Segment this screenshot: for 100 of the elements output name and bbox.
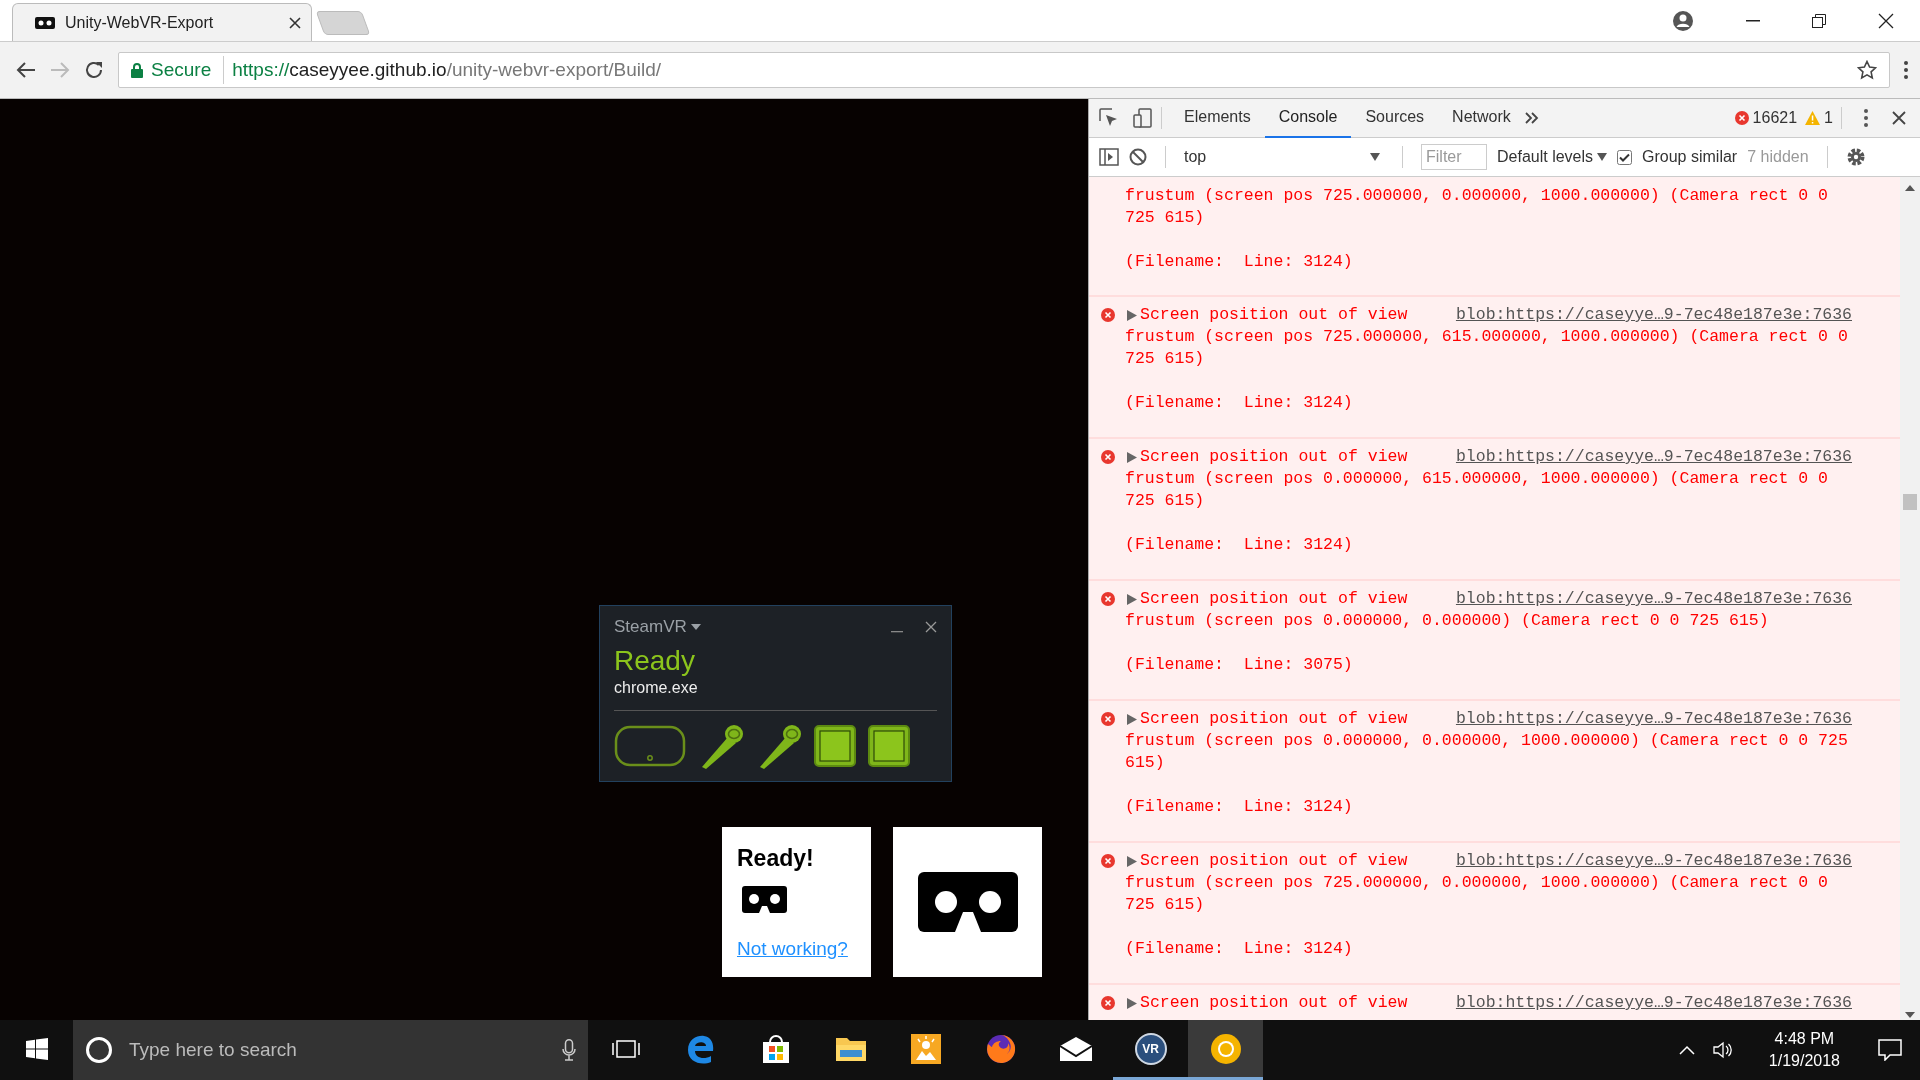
message-text: Screen position out of view (1140, 446, 1408, 468)
error-icon (1734, 111, 1749, 125)
filename-text: (Filename: Line: 3124) (1125, 796, 1354, 818)
warning-count[interactable]: 1 (1824, 106, 1833, 130)
reload-icon[interactable] (84, 60, 104, 80)
source-link[interactable]: blob:https://caseyye…9-7ec48e187e3e:7636 (1455, 304, 1852, 326)
browser-tab[interactable]: Unity-WebVR-Export (12, 3, 312, 41)
filename-text: (Filename: Line: 3124) (1125, 392, 1354, 414)
source-link[interactable]: blob:https://caseyye…9-7ec48e187e3e:7636 (1455, 850, 1852, 872)
message-detail: frustum (screen pos 725.000000, 0.000000, 1000.000000) (Camera rect 0 0 725 615) (1125, 872, 1829, 916)
date-text: 1/19/2018 (1768, 1051, 1840, 1071)
base-station-icon (814, 725, 856, 768)
expand-icon[interactable] (1127, 309, 1137, 321)
settings-icon[interactable] (1845, 147, 1866, 167)
context-selector[interactable]: top (1184, 145, 1384, 169)
error-icon (1101, 308, 1115, 322)
message-detail: frustum (screen pos 725.000000, 615.000000, 1000.000000) (Camera rect 0 0 725 615) (1125, 326, 1849, 370)
message-detail: frustum (screen pos 725.000000, 0.000000, 1000.000000) (Camera rect 0 0 725 615) (1125, 185, 1829, 229)
panel-tab[interactable]: Network (1438, 98, 1525, 138)
error-icon (1101, 450, 1115, 464)
scroll-up-icon[interactable] (1905, 185, 1915, 191)
back-icon[interactable] (16, 61, 36, 79)
expand-icon[interactable] (1127, 855, 1137, 867)
address-bar[interactable]: Secure https://caseyyee.github.io/unity-webvr-export/Build/ (118, 52, 1890, 88)
filename-text: (Filename: Line: 3124) (1125, 534, 1354, 556)
panel-tab[interactable]: Console (1264, 98, 1352, 138)
dropdown-caret-icon (1370, 153, 1380, 161)
clear-icon[interactable] (1129, 148, 1147, 166)
globe-icon (984, 1032, 1017, 1065)
star-icon[interactable] (1857, 60, 1877, 80)
vr-app-icon: VR (1134, 1032, 1167, 1065)
menu-icon[interactable] (1864, 109, 1868, 127)
status-text: Ready (614, 645, 696, 677)
shopping-bag-icon (760, 1033, 791, 1064)
message-text: Screen position out of view (1140, 850, 1408, 872)
source-link[interactable]: blob:https://caseyye…9-7ec48e187e3e:7636 (1455, 992, 1852, 1014)
window-title: SteamVR (614, 616, 687, 638)
filename-text: (Filename: Line: 3124) (1125, 938, 1354, 960)
security-label: Secure (151, 55, 225, 85)
dropdown-caret-icon[interactable] (690, 623, 701, 630)
restore-icon[interactable] (1812, 13, 1826, 28)
minimize-icon[interactable] (1746, 19, 1760, 22)
browser-icon (685, 1033, 716, 1064)
filename-text: (Filename: Line: 3075) (1125, 654, 1354, 676)
source-link[interactable]: blob:https://caseyye…9-7ec48e187e3e:7636 (1455, 708, 1852, 730)
tab-title: Unity-WebVR-Export (65, 12, 215, 33)
scroll-down-icon[interactable] (1905, 1012, 1915, 1018)
message-text: Screen position out of view (1140, 588, 1408, 610)
volume-icon[interactable] (1712, 1041, 1733, 1059)
scroll-thumb[interactable] (1903, 494, 1917, 510)
filter-field[interactable]: Filter (1421, 144, 1487, 170)
close-icon[interactable] (925, 620, 937, 633)
photo-app-icon (909, 1032, 942, 1065)
message-detail: frustum (screen pos 0.000000, 615.000000, 1000.000000) (Camera rect 0 0 725 615) (1125, 468, 1829, 512)
panel-tab[interactable]: Elements (1170, 98, 1265, 138)
close-icon[interactable] (1892, 111, 1906, 125)
base-station-icon (868, 725, 910, 768)
expand-icon[interactable] (1127, 593, 1137, 605)
microphone-icon[interactable] (562, 1039, 576, 1061)
warning-icon (1805, 111, 1821, 125)
message-detail: frustum (screen pos 0.000000, 0.000000, 1000.000000) (Camera rect 0 0 725 615) (1125, 730, 1849, 774)
inspect-icon[interactable] (1099, 108, 1119, 128)
error-icon (1101, 854, 1115, 868)
expand-icon[interactable] (1127, 451, 1137, 463)
dropdown-caret-icon (1597, 153, 1608, 161)
levels-dropdown[interactable]: Default levels (1497, 145, 1608, 169)
search-field[interactable]: Type here to search (127, 1034, 548, 1066)
account-icon[interactable] (1672, 9, 1694, 32)
notification-icon[interactable] (1878, 1039, 1902, 1061)
enter-vr-button[interactable] (893, 827, 1042, 977)
clock[interactable]: 4:48 PM 1/19/2018 (1768, 1028, 1840, 1072)
expand-icon[interactable] (1127, 713, 1137, 725)
chevron-up-icon[interactable] (1678, 1045, 1695, 1055)
more-tabs-icon[interactable] (1524, 112, 1539, 124)
close-icon[interactable] (289, 16, 301, 29)
device-toolbar-icon[interactable] (1133, 108, 1153, 128)
close-icon[interactable] (1878, 12, 1894, 29)
context-value: top (1184, 147, 1207, 167)
goggles-icon (35, 16, 55, 29)
lock-icon (131, 62, 143, 78)
taskbar-button[interactable] (1188, 1020, 1263, 1080)
app-name: chrome.exe (614, 678, 699, 699)
url-text: https://caseyyee.github.io/unity-webvr-export/Build/ (232, 57, 661, 82)
circle-app-icon (1209, 1032, 1242, 1065)
scrollbar[interactable] (1900, 177, 1920, 1020)
time-text: 4:48 PM (1773, 1029, 1836, 1050)
error-count[interactable]: 16621 (1752, 106, 1798, 130)
menu-icon[interactable] (1904, 61, 1908, 79)
windows-icon (25, 1037, 48, 1060)
source-link[interactable]: blob:https://caseyye…9-7ec48e187e3e:7636 (1455, 446, 1852, 468)
message-detail: frustum (screen pos 0.000000, 0.000000) (Camera rect 0 0 725 615) (1125, 610, 1770, 632)
checkbox-label: Group similar (1642, 147, 1738, 167)
expand-icon[interactable] (1127, 997, 1137, 1009)
checkbox[interactable] (1617, 149, 1633, 165)
search-bar[interactable]: Type here to search (73, 1020, 588, 1080)
message-text: Screen position out of view (1140, 304, 1408, 326)
panel-tab[interactable]: Sources (1351, 98, 1439, 138)
source-link[interactable]: blob:https://caseyye…9-7ec48e187e3e:7636 (1455, 588, 1852, 610)
sidebar-toggle-icon[interactable] (1099, 148, 1119, 166)
error-icon (1101, 712, 1115, 726)
